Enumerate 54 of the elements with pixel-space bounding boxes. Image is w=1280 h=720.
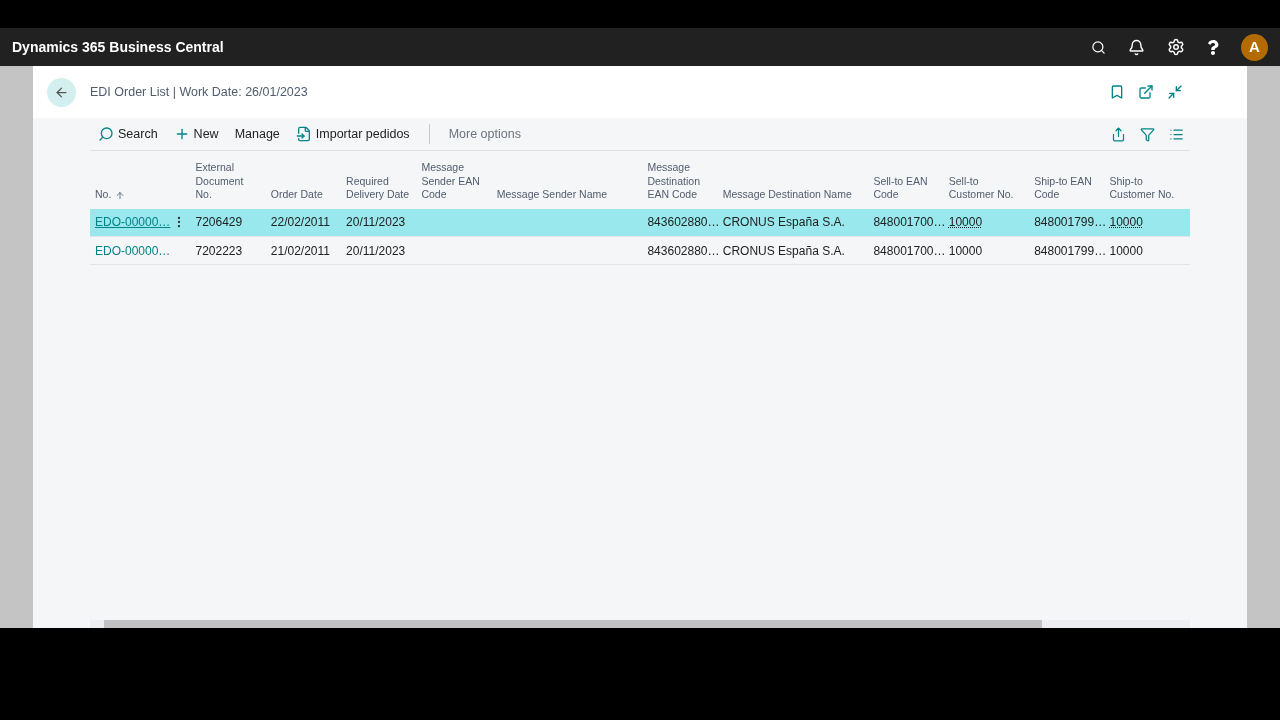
open-in-window-icon[interactable] xyxy=(1138,84,1154,100)
toolbar-action[interactable]: Manage xyxy=(226,121,288,147)
column-header[interactable]: Message Sender EAN Code xyxy=(421,161,492,202)
column-header[interactable]: Message Destination Name xyxy=(722,188,856,202)
table-cell-text: CRONUS España S.A. xyxy=(722,242,845,260)
toolbar-action[interactable]: More options xyxy=(440,121,529,147)
table-cell-text: 848001700… xyxy=(873,242,946,260)
column-header[interactable]: Ship-to Customer No. xyxy=(1109,174,1190,202)
user-avatar[interactable]: A xyxy=(1241,33,1268,61)
search-icon[interactable] xyxy=(1091,39,1106,55)
share-icon[interactable] xyxy=(1111,126,1126,142)
table-cell[interactable]: 10000 xyxy=(1109,213,1143,232)
column-header[interactable]: Message Sender Name xyxy=(496,188,612,202)
table-cell-text: 20/11/2023 xyxy=(346,214,406,232)
toolbar-action[interactable]: New xyxy=(165,121,227,147)
column-header[interactable]: Message Destination EAN Code xyxy=(647,161,718,202)
table-cell-text: 21/02/2011 xyxy=(270,242,330,260)
column-header[interactable]: Required Delivery Date xyxy=(346,174,417,202)
table-cell[interactable]: 10000 xyxy=(1109,241,1143,260)
table-cell-text: 843602880… xyxy=(647,214,720,232)
table-cell[interactable]: 10000 xyxy=(948,213,983,232)
column-header[interactable]: External Document No. xyxy=(195,161,266,202)
back-button[interactable] xyxy=(47,77,76,107)
list-icon[interactable] xyxy=(1169,126,1184,142)
page-title: EDI Order List | Work Date: 26/01/2023 xyxy=(90,83,308,101)
order-link[interactable]: EDO-00000… xyxy=(95,241,171,260)
horizontal-scrollbar[interactable] xyxy=(90,620,1190,628)
settings-icon[interactable] xyxy=(1167,38,1185,56)
column-header[interactable]: Ship-to EAN Code xyxy=(1034,174,1105,202)
column-header[interactable]: Sell-to EAN Code xyxy=(873,174,944,202)
document-icon xyxy=(295,126,312,142)
column-header[interactable]: No. xyxy=(95,188,116,202)
bookmark-icon[interactable] xyxy=(1109,84,1125,100)
app-title: Dynamics 365 Business Central xyxy=(12,37,224,57)
table-cell-text: 848001799… xyxy=(1034,214,1107,232)
table-cell[interactable]: 10000 xyxy=(948,241,983,260)
collapse-icon[interactable] xyxy=(1167,84,1183,100)
table-cell-text: 20/11/2023 xyxy=(346,242,406,260)
toolbar-action[interactable]: Search xyxy=(90,121,166,147)
table-cell-text: 22/02/2011 xyxy=(270,214,330,232)
filter-icon[interactable] xyxy=(1140,126,1155,142)
help-icon[interactable] xyxy=(1207,39,1219,55)
bell-icon[interactable] xyxy=(1128,38,1145,56)
table-cell-text: 848001700… xyxy=(873,214,946,232)
table-cell-text: 7202223 xyxy=(195,242,243,260)
table-row[interactable]: EDO-00000… 7202223 21/02/2011 20/11/2023 843602880… CRONUS España S.A. 848001700… 10000 848001799… 10000 xyxy=(90,236,1190,265)
column-header[interactable]: Sell-to Customer No. xyxy=(948,174,1030,202)
table-cell-text: 843602880… xyxy=(647,242,720,260)
table-cell-text: 7206429 xyxy=(195,214,243,232)
table-cell-text: CRONUS España S.A. xyxy=(722,214,845,232)
column-header[interactable]: Order Date xyxy=(270,188,327,202)
table-cell-text: 848001799… xyxy=(1034,242,1107,260)
toolbar-action[interactable]: Importar pedidos xyxy=(287,121,418,147)
search-icon xyxy=(98,126,114,142)
